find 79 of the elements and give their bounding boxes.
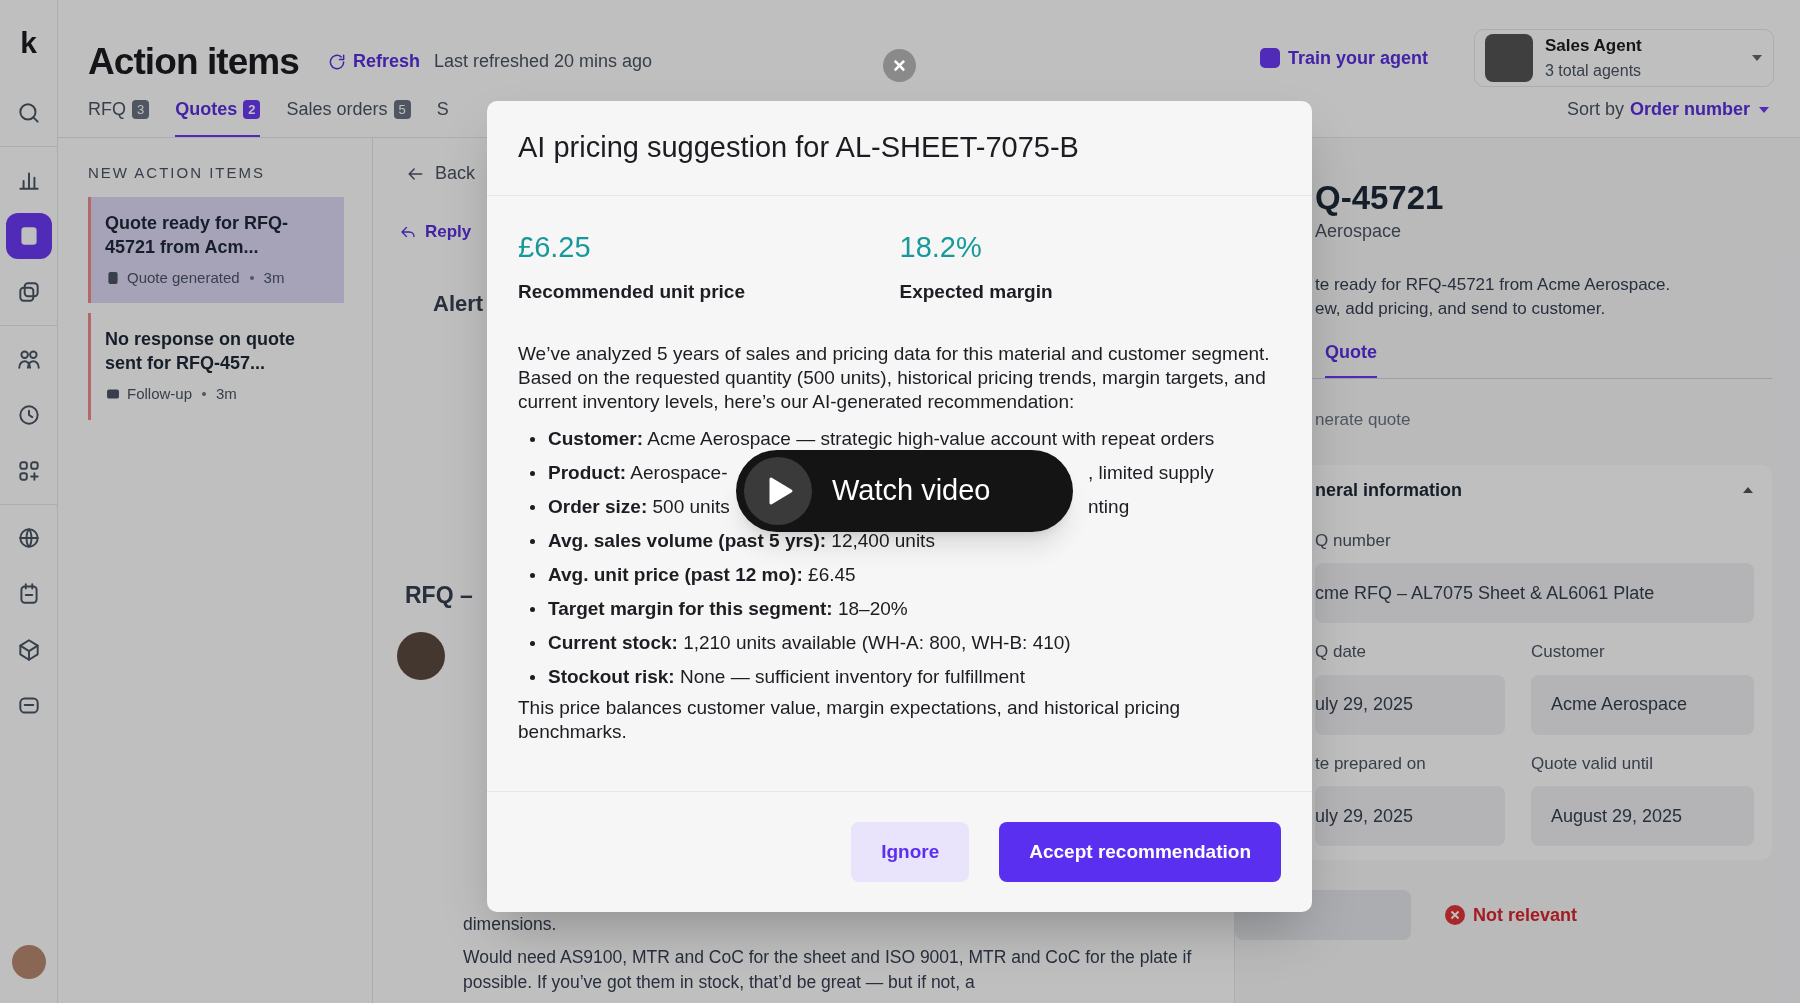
quote-summary: te ready for RFQ-45721 from Acme Aerospace. (1315, 274, 1671, 296)
generate-quote-link[interactable]: nerate quote (1315, 407, 1411, 433)
description-text: We’ve analyzed 5 years of sales and pricing data for this material and customer segment. Based on the requested quantity (500 units), historical pricing trends, margin targets, and current inventory levels, here’s our AI-generated recommendation: (518, 342, 1271, 414)
field-label: Quote valid until (1531, 752, 1654, 775)
section-heading: NEW ACTION ITEMS (88, 163, 266, 183)
message-text: dimensions. (463, 913, 558, 936)
sort-label: Sort by (1566, 98, 1624, 121)
document-icon (105, 269, 121, 286)
bullet-text: Stockout risk: None — sufficient inventory for fulfillment (548, 664, 1025, 689)
tab[interactable]: S (436, 96, 449, 137)
user-avatar[interactable] (11, 945, 46, 979)
tab[interactable]: RFQ 3 (88, 96, 150, 137)
close-circle-icon (1445, 905, 1465, 925)
bullet-text: Current stock: 1,210 units available (WH-A: 800, WH-B: 410) (548, 630, 1071, 655)
section-title: neral information (1315, 478, 1462, 502)
quote-title: Q-45721 (1315, 178, 1444, 218)
agent-count: 3 total agents (1545, 60, 1643, 81)
input-field[interactable]: uly 29, 2025 (1315, 674, 1505, 735)
action-time: 3m (263, 267, 285, 288)
stat-value: 18.2% (899, 230, 982, 265)
bullet-text: Order size: 500 units (548, 494, 731, 519)
accept-button[interactable]: Accept recommendation (999, 822, 1281, 882)
quote-summary: ew, add pricing, and send to customer. (1315, 298, 1606, 320)
reply-button[interactable]: Reply (399, 219, 472, 245)
back-button[interactable]: Back (405, 160, 476, 187)
field-label: Q date (1315, 641, 1368, 663)
count-badge: 5 (393, 99, 411, 120)
train-agent-button[interactable]: Train your agent (1259, 44, 1428, 72)
not-relevant-button[interactable]: Not relevant (1445, 901, 1578, 929)
thread-title: RFQ – (405, 580, 473, 610)
action-title: No response on quote sent for RFQ-457... (105, 328, 296, 375)
input-field[interactable]: cme RFQ – AL7075 Sheet & AL6061 Plate (1315, 563, 1754, 623)
bullet-text: nting (1088, 494, 1130, 519)
action-item[interactable]: Quote ready for RFQ-45721 from Acm... Quote generated 3m (88, 196, 344, 303)
watch-video-button[interactable]: Watch video (736, 450, 1073, 532)
field-label: Customer (1531, 641, 1606, 663)
tab[interactable]: Quotes 2 (175, 96, 261, 137)
quote-customer: Aerospace (1315, 220, 1402, 243)
action-title: Quote ready for RFQ-45721 from Acm... (105, 211, 289, 259)
field-label: Q number (1315, 529, 1392, 552)
action-time: 3m (216, 384, 237, 404)
count-badge: 3 (132, 99, 150, 120)
sort-dropdown[interactable]: Order number (1629, 96, 1770, 123)
bullet-text: Target margin for this segment: 18–20% (548, 596, 908, 621)
last-refreshed-text: Last refreshed 20 mins ago (433, 50, 653, 74)
bullet-text: Customer: Acme Aerospace — strategic high-value account with repeat orders (548, 426, 1215, 451)
conclusion-text: This price balances customer value, margin expectations, and historical pricing benchmarks. (518, 696, 1182, 744)
nav-button[interactable] (5, 213, 52, 259)
stat-label: Expected margin (899, 279, 1053, 304)
dialog-title: AI pricing suggestion for AL-SHEET-7075-B (518, 130, 1079, 166)
stat-value: £6.25 (518, 230, 591, 265)
input-field[interactable]: August 29, 2025 (1531, 786, 1754, 846)
message-text: Would need AS9100, MTR and CoC for the sheet and ISO 9001, MTR and CoC for the plate if possible. If you’ve got them in stock, that’d be great — but if not, a (463, 946, 1193, 994)
refresh-button[interactable]: Refresh (326, 48, 420, 76)
tab[interactable]: Quote (1325, 339, 1377, 378)
count-badge: 2 (243, 99, 261, 120)
input-field[interactable]: Acme Aerospace (1531, 674, 1754, 735)
bullet-text: Avg. unit price (past 12 mo): £6.45 (548, 562, 856, 587)
caret-up-icon[interactable] (1742, 486, 1754, 494)
bullet-text: , limited supply (1088, 460, 1214, 485)
caret-icon (1758, 105, 1770, 114)
alert-title: Alert (433, 289, 484, 318)
action-meta: Quote generated (127, 267, 240, 288)
logo: k (20, 28, 37, 58)
play-icon (744, 457, 812, 525)
tab[interactable]: Sales orders 5 (286, 96, 411, 137)
input-field[interactable]: uly 29, 2025 (1315, 786, 1505, 846)
sender-avatar (397, 632, 445, 680)
stat-label: Recommended unit price (518, 279, 745, 304)
ignore-button[interactable]: Ignore (851, 822, 970, 882)
page-title: Action items (88, 40, 299, 84)
close-button[interactable]: × (883, 49, 916, 82)
action-meta: Follow-up (127, 384, 193, 404)
agent-avatar (1485, 34, 1533, 82)
agent-name: Sales Agent (1545, 35, 1643, 58)
bullet-text: Product: Aerospace- (548, 460, 729, 485)
caret-icon (1751, 54, 1763, 62)
field-label: te prepared on (1315, 752, 1427, 775)
agent-selector[interactable]: Sales Agent 3 total agents (1474, 29, 1774, 87)
